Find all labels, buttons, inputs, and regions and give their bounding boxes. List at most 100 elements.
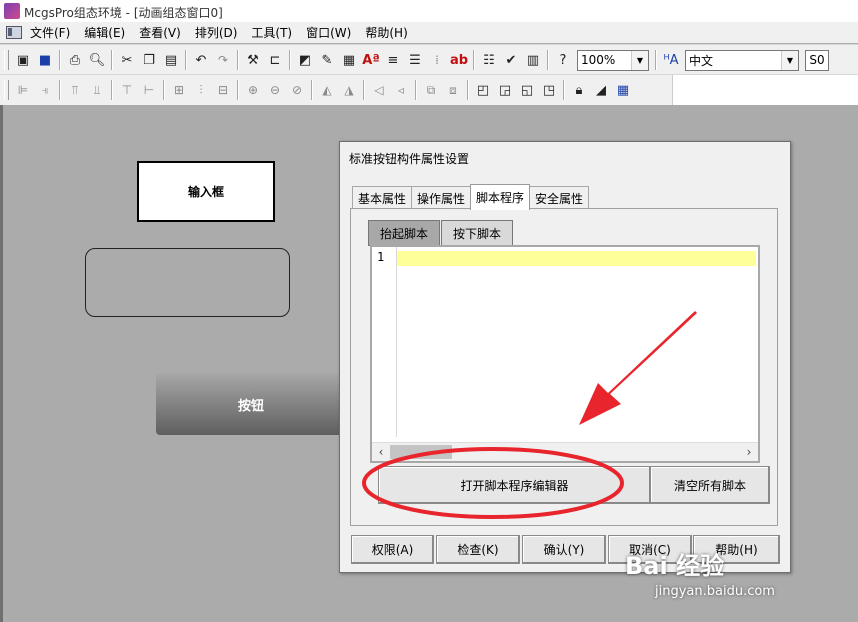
tab-operation-properties[interactable]: 操作属性 xyxy=(411,186,472,209)
window-title: McgsPro组态环境 - [动画组态窗口0] xyxy=(24,6,223,20)
chevron-down-icon[interactable]: ▼ xyxy=(631,50,648,70)
toolbar-separator xyxy=(185,50,187,70)
menu-edit[interactable]: 编辑(E) xyxy=(84,24,125,41)
scroll-left-icon[interactable]: ‹ xyxy=(372,443,390,461)
center-window-icon[interactable]: ⊕ xyxy=(243,80,263,100)
list-icon[interactable]: ▥ xyxy=(523,50,543,70)
script-subtabs: 抬起脚本 按下脚本 xyxy=(368,220,514,246)
language-select[interactable]: 中文 ▼ xyxy=(685,49,799,71)
tab-press-script[interactable]: 按下脚本 xyxy=(441,220,514,246)
center-vertical-icon[interactable]: ⊤ xyxy=(117,80,137,100)
toolbar-grip xyxy=(4,50,9,70)
align-left-icon[interactable]: ⊫ xyxy=(13,80,33,100)
tab-security-properties[interactable]: 安全属性 xyxy=(529,186,590,209)
ungroup-icon[interactable]: ⧈ xyxy=(443,80,463,100)
rounded-rectangle-component[interactable] xyxy=(85,248,290,317)
button-properties-dialog: 标准按钮构件属性设置 基本属性 操作属性 脚本程序 安全属性 抬起脚本 按下脚本… xyxy=(339,141,791,573)
flip-horizontal-icon[interactable]: ◁ xyxy=(369,80,389,100)
copy-icon[interactable]: ❐ xyxy=(139,50,159,70)
check-button[interactable]: 检查(K) xyxy=(436,535,520,564)
window-system-icon[interactable] xyxy=(6,26,22,39)
tab-release-script[interactable]: 抬起脚本 xyxy=(368,220,441,246)
same-height-icon[interactable]: ⫶ xyxy=(191,80,211,100)
tab-script-program[interactable]: 脚本程序 xyxy=(470,184,531,210)
scroll-thumb[interactable] xyxy=(390,445,452,459)
line-color-icon[interactable]: ✎ xyxy=(317,50,337,70)
menu-window[interactable]: 窗口(W) xyxy=(306,24,351,41)
paste-icon[interactable]: ▤ xyxy=(161,50,181,70)
save-icon[interactable]: ■ xyxy=(35,50,55,70)
toolbar-separator xyxy=(237,50,239,70)
chevron-down-icon[interactable]: ▼ xyxy=(781,50,798,70)
align-right-icon[interactable]: ⫣ xyxy=(35,80,55,100)
permission-button[interactable]: 权限(A) xyxy=(351,535,434,564)
menu-bar: 文件(F) 编辑(E) 查看(V) 排列(D) 工具(T) 窗口(W) 帮助(H… xyxy=(0,22,858,43)
print-icon[interactable]: ⎙ xyxy=(65,50,85,70)
group-icon[interactable]: ⧉ xyxy=(421,80,441,100)
print-preview-icon[interactable]: 🔍︎ xyxy=(87,50,107,70)
bring-front-icon[interactable]: ◰ xyxy=(473,80,493,100)
bring-forward-icon[interactable]: ◱ xyxy=(517,80,537,100)
horizontal-scrollbar[interactable]: ‹ › xyxy=(372,442,758,461)
lock-icon[interactable]: 🔒︎ xyxy=(569,80,589,100)
fill-bucket-icon[interactable]: ◢ xyxy=(591,80,611,100)
state-select[interactable]: S0 xyxy=(805,49,829,71)
send-back-icon[interactable]: ◲ xyxy=(495,80,515,100)
dialog-tabs: 基本属性 操作属性 脚本程序 安全属性 xyxy=(352,184,590,210)
toolbar-empty-area xyxy=(672,75,858,105)
font-color-icon[interactable]: ▦ xyxy=(339,50,359,70)
send-backward-icon[interactable]: ◳ xyxy=(539,80,559,100)
text-frame-icon[interactable]: ab xyxy=(449,50,469,70)
line-style-icon[interactable]: ≡ xyxy=(383,50,403,70)
rotate-right-icon[interactable]: ◮ xyxy=(339,80,359,100)
align-bottom-icon[interactable]: ⫫ xyxy=(87,80,107,100)
grid-dots-icon[interactable]: ▦ xyxy=(613,80,633,100)
baidu-watermark-url: jingyan.baidu.com xyxy=(655,584,775,599)
check-icon[interactable]: ✔ xyxy=(501,50,521,70)
state-value: S0 xyxy=(809,53,825,67)
new-window-icon[interactable]: ▣ xyxy=(13,50,33,70)
title-bar: McgsPro组态环境 - [动画组态窗口0] xyxy=(0,0,858,22)
menu-view[interactable]: 查看(V) xyxy=(139,24,181,41)
toolbar-separator xyxy=(237,80,239,100)
toolbar-separator xyxy=(563,80,565,100)
center-horizontal-icon[interactable]: ⊢ xyxy=(139,80,159,100)
properties-icon[interactable]: ☷ xyxy=(479,50,499,70)
line-width-icon[interactable]: ☰ xyxy=(405,50,425,70)
same-size-icon[interactable]: ⊞ xyxy=(169,80,189,100)
toolbar-separator xyxy=(655,50,657,70)
open-script-editor-button[interactable]: 打开脚本程序编辑器 xyxy=(378,466,651,504)
menu-tools[interactable]: 工具(T) xyxy=(251,24,292,41)
fill-color-icon[interactable]: ◩ xyxy=(295,50,315,70)
input-box-component[interactable]: 输入框 xyxy=(137,161,275,222)
tab-basic-properties[interactable]: 基本属性 xyxy=(352,186,413,209)
redo-icon[interactable]: ↷ xyxy=(213,50,233,70)
canvas-left-edge xyxy=(0,105,3,622)
menu-file[interactable]: 文件(F) xyxy=(30,24,70,41)
scroll-right-icon[interactable]: › xyxy=(740,443,758,461)
line-number-gutter: 1 xyxy=(372,247,397,437)
zoom-select[interactable]: 100% ▼ xyxy=(577,49,649,71)
current-line-highlight[interactable] xyxy=(397,251,756,266)
font-icon[interactable]: Aª xyxy=(361,50,381,70)
align-grid-icon[interactable]: ⊏ xyxy=(265,50,285,70)
menu-arrange[interactable]: 排列(D) xyxy=(195,24,238,41)
rotate-left-icon[interactable]: ◭ xyxy=(317,80,337,100)
help-icon[interactable]: ? xyxy=(553,50,573,70)
confirm-button[interactable]: 确认(Y) xyxy=(522,535,606,564)
same-width-icon[interactable]: ⊟ xyxy=(213,80,233,100)
arrange-toolbar: ⊫ ⫣ ⫪ ⫫ ⊤ ⊢ ⊞ ⫶ ⊟ ⊕ ⊖ ⊘ ◭ ◮ ◁ ◃ ⧉ ⧈ ◰ ◲ … xyxy=(0,74,858,106)
undo-icon[interactable]: ↶ xyxy=(191,50,211,70)
standard-button-component[interactable]: 按钮 xyxy=(156,373,346,435)
center-horizontal-window-icon[interactable]: ⊖ xyxy=(265,80,285,100)
center-vertical-window-icon[interactable]: ⊘ xyxy=(287,80,307,100)
clear-all-scripts-button[interactable]: 清空所有脚本 xyxy=(650,466,770,504)
grid-icon[interactable]: ⁞ xyxy=(427,50,447,70)
cut-icon[interactable]: ✂ xyxy=(117,50,137,70)
flip-vertical-icon[interactable]: ◃ xyxy=(391,80,411,100)
menu-help[interactable]: 帮助(H) xyxy=(365,24,407,41)
font-size-icon[interactable]: ᴴA xyxy=(661,50,681,70)
tools-icon[interactable]: ⚒ xyxy=(243,50,263,70)
align-top-icon[interactable]: ⫪ xyxy=(65,80,85,100)
script-editor[interactable]: 1 ‹ › xyxy=(370,245,760,463)
